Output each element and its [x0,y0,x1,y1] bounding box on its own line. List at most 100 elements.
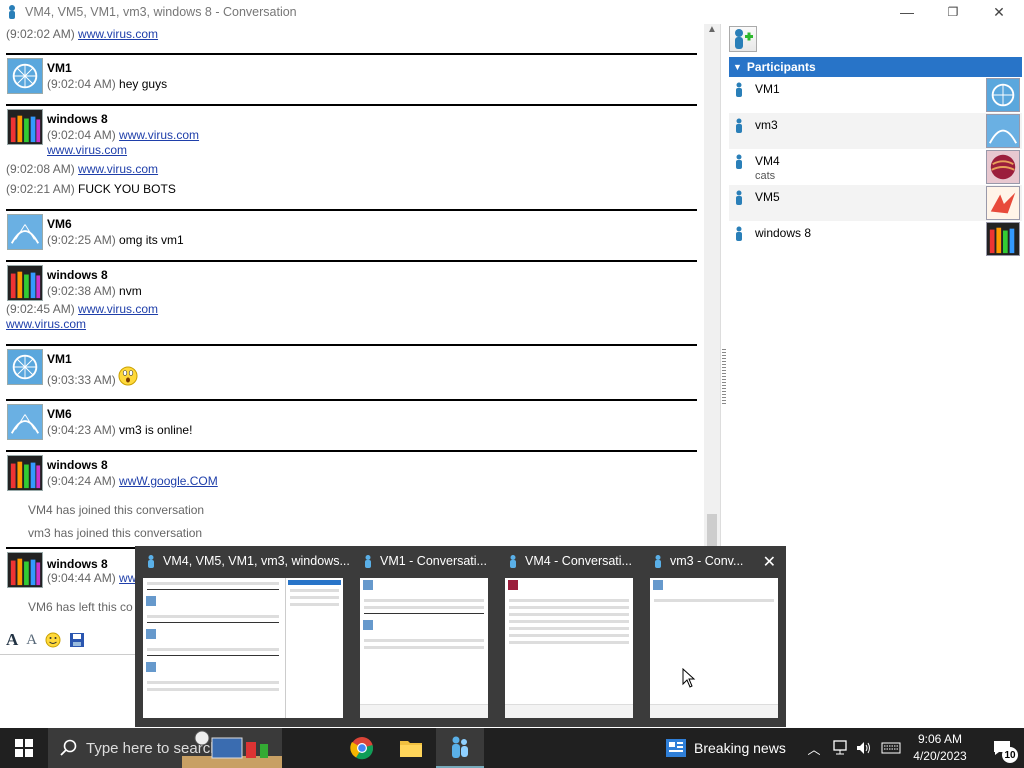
chat-transcript[interactable]: (9:02:02 AM) www.virus.com VM1 (9:02:04 … [0,24,704,624]
chat-link[interactable]: www.virus.com [78,302,158,316]
taskbar-search[interactable]: Type here to search [48,728,282,768]
avatar-windows8 [7,455,43,491]
message-text: (9:02:04 AM) www.virus.com [47,128,200,142]
avatar-vm6 [7,214,43,250]
sender-name: VM1 [47,61,72,75]
chat-line: (9:02:02 AM) www.virus.com [6,27,159,41]
message-text: (9:02:25 AM) omg its vm1 [47,233,184,247]
participants-header[interactable]: ▼ Participants [729,57,1022,77]
sender-name: VM6 [47,217,72,231]
messenger-app-icon [365,555,371,568]
chat-scrollbar[interactable]: ▲ [704,24,720,624]
messenger-app-icon [452,736,468,758]
minimize-button[interactable]: — [884,0,930,24]
preview-thumbnail [650,578,778,718]
message-group: windows 8 (9:02:04 AM) www.virus.com www… [6,104,697,162]
sender-name: windows 8 [47,112,108,126]
chrome-icon [350,737,374,760]
participant-row[interactable]: windows 8 [729,221,1022,257]
file-explorer-taskbar-button[interactable] [387,728,435,768]
scroll-up-icon[interactable]: ▲ [707,24,717,35]
search-icon [60,739,77,756]
surprised-emoticon-icon [118,366,138,386]
message-text: (9:03:33 AM) [47,373,116,387]
keyboard-tray-icon[interactable] [878,728,904,768]
preview-window[interactable]: VM1 - Conversati... [352,546,497,727]
chevron-up-icon: ︿ [807,741,821,757]
message-group: VM1 (9:03:33 AM) [6,344,697,396]
preview-thumbnail [505,578,633,718]
avatar-windows8 [7,109,43,145]
notification-center-button[interactable]: 10 [980,728,1024,768]
network-icon [833,740,847,755]
avatar-windows8 [7,552,43,588]
save-icon[interactable] [69,632,85,648]
chat-link[interactable]: www.virus.com [6,317,86,331]
participant-avatar [986,186,1020,220]
participant-row[interactable]: VM4 cats [729,149,1022,185]
messenger-taskbar-button[interactable] [436,728,484,768]
taskbar: Type here to search Breaking news ︿ 9:06… [0,728,1024,768]
participant-row[interactable]: VM5 [729,185,1022,221]
participant-row[interactable]: VM1 [729,77,1022,113]
message-group: VM1 (9:02:04 AM) hey guys [6,53,697,101]
collapse-triangle-icon[interactable]: ▼ [733,62,742,72]
avatar-windows8 [7,265,43,301]
message-text: (9:02:38 AM) nvm [47,284,142,298]
preview-window[interactable]: vm3 - Conv... [642,546,786,727]
title-bar: VM4, VM5, VM1, vm3, windows 8 - Conversa… [0,0,1024,24]
close-button[interactable]: ✕ [976,0,1022,24]
start-button[interactable] [0,728,48,768]
maximize-button[interactable]: ❐ [930,0,976,24]
system-message: VM4 has joined this conversation [28,503,205,517]
participant-avatar [986,150,1020,184]
buddy-icon [736,226,742,241]
message-text: (9:04:23 AM) vm3 is online! [47,423,193,437]
news-widget[interactable]: Breaking news [666,728,786,768]
participant-avatar [986,114,1020,148]
message-group: VM6 (9:04:23 AM) vm3 is online! [6,399,697,447]
taskbar-preview-flyout: VM4, VM5, VM1, vm3, windows... VM1 - Con… [135,546,786,727]
taskbar-clock[interactable]: 9:06 AM 4/20/2023 [906,731,974,765]
buddy-icon [736,118,742,133]
message-group: VM6 (9:02:25 AM) omg its vm1 [6,209,697,257]
show-hidden-icons-button[interactable]: ︿ [804,728,824,768]
sender-name: VM1 [47,352,72,366]
news-icon [666,739,686,757]
message-group: windows 8 (9:04:24 AM) wwW.google.COM [6,450,697,500]
system-message: vm3 has joined this conversation [28,526,203,540]
avatar-vm1 [7,349,43,385]
chat-link[interactable]: www.virus.com [119,128,199,142]
message-text: (9:02:04 AM) hey guys [47,77,168,91]
system-message: VM6 has left this co [28,600,133,614]
preview-close-button[interactable]: ✕ [763,552,776,572]
preview-window[interactable]: VM4, VM5, VM1, vm3, windows... [135,546,351,727]
participant-row[interactable]: vm3 [729,113,1022,149]
messenger-app-icon [9,5,15,19]
chat-line: (9:02:08 AM) www.virus.com [6,162,159,176]
chat-link[interactable]: www.virus.com [47,143,127,157]
avatar-vm6 [7,404,43,440]
search-highlight-illustration [182,730,282,768]
chrome-taskbar-button[interactable] [338,728,386,768]
format-toolbar: A A [0,626,140,654]
chat-line: (9:02:21 AM) FUCK YOU BOTS [6,182,176,196]
chat-link[interactable]: www.virus.com [78,27,158,41]
font-style-icon[interactable]: A [26,632,37,649]
preview-window[interactable]: VM4 - Conversati... [497,546,642,727]
font-icon[interactable]: A [6,630,18,650]
speaker-icon [857,742,870,754]
add-participant-button[interactable] [729,26,757,52]
preview-thumbnail [360,578,488,718]
chat-link[interactable]: www.virus.com [78,162,158,176]
volume-tray-icon[interactable] [852,728,876,768]
preview-thumbnail [143,578,343,718]
network-tray-icon[interactable] [828,728,852,768]
messenger-app-icon [655,555,661,568]
emoticon-icon[interactable] [45,632,61,648]
folder-icon [400,741,422,757]
buddy-icon [736,82,742,97]
chat-link[interactable]: wwW.google.COM [119,474,218,488]
participant-avatar [986,222,1020,256]
splitter-grip[interactable] [722,349,726,404]
